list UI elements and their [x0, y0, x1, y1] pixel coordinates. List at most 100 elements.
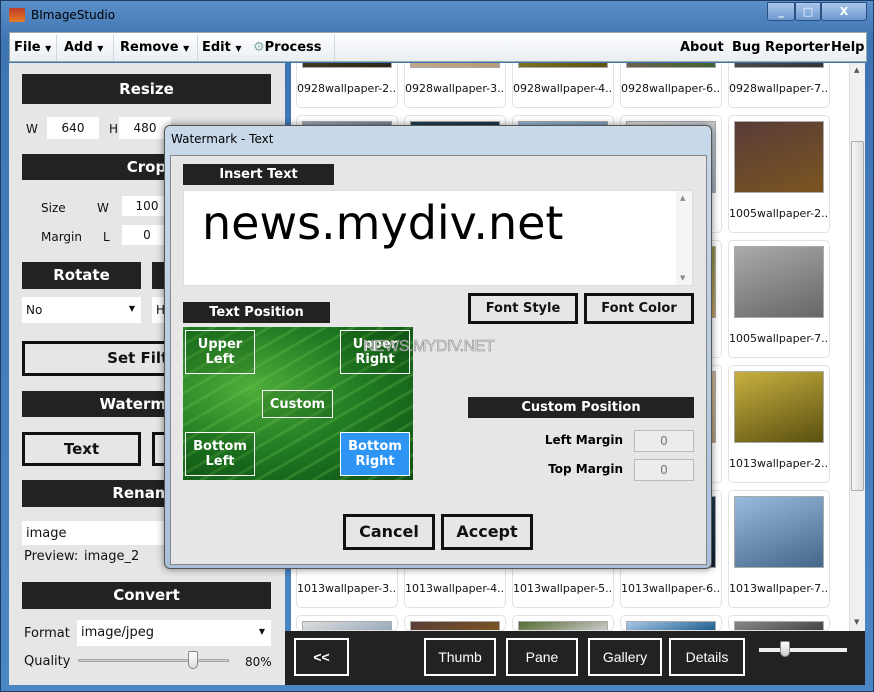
resize-w-label: W [26, 122, 38, 136]
menu-process[interactable]: ⚙Process [253, 40, 322, 55]
gallery-tile[interactable]: 0928wallpaper-3... [404, 63, 506, 108]
thumbnail-image [302, 621, 392, 630]
text-position-header: Text Position [183, 302, 330, 323]
thumbnail-label: 1013wallpaper-3... [297, 582, 398, 595]
close-button[interactable]: X [821, 2, 867, 21]
preview-value: image_2 [84, 549, 140, 564]
view-thumb-button[interactable]: Thumb [424, 638, 496, 676]
watermark-text-value: news.mydiv.net [202, 196, 564, 250]
resize-width-input[interactable]: 640 [47, 117, 99, 139]
chevron-down-icon: ▼ [45, 44, 52, 53]
view-pane-button[interactable]: Pane [506, 638, 578, 676]
thumbnail-image [626, 63, 716, 68]
gallery-tile[interactable]: 1005wallpaper-7... [728, 240, 830, 358]
dialog-title: Watermark - Text [171, 132, 274, 146]
thumbnail-label: 0928wallpaper-3... [405, 82, 506, 95]
insert-text-header: Insert Text [183, 164, 334, 185]
thumbnail-image [410, 63, 500, 68]
gallery-tile[interactable] [296, 615, 398, 631]
format-select[interactable]: image/jpeg ▼ [77, 620, 271, 646]
thumbnail-image [734, 121, 824, 193]
thumbnail-image [734, 371, 824, 443]
thumbnail-size-slider[interactable] [759, 641, 847, 657]
scroll-up-icon[interactable]: ▲ [854, 66, 859, 74]
divider [334, 35, 335, 61]
thumbnail-image [626, 621, 716, 630]
thumbnail-label: 1013wallpaper-4... [405, 582, 506, 595]
quality-slider[interactable] [78, 651, 229, 669]
rotate-select[interactable]: No ▼ [22, 297, 141, 323]
font-color-button[interactable]: Font Color [584, 293, 694, 324]
gallery-tile[interactable]: 0928wallpaper-6... [620, 63, 722, 108]
thumbnail-image [734, 496, 824, 568]
quality-value: 80% [245, 655, 272, 669]
view-details-button[interactable]: Details [669, 638, 745, 676]
format-label: Format [24, 626, 70, 641]
gallery-tile[interactable]: 0928wallpaper-7... [728, 63, 830, 108]
gallery-tile[interactable] [620, 615, 722, 631]
thumbnail-label: 0928wallpaper-6... [621, 82, 722, 95]
thumbnail-label: 0928wallpaper-2... [297, 82, 398, 95]
maximize-button[interactable]: □ [795, 2, 821, 21]
menu-remove[interactable]: Remove ▼ [120, 40, 189, 55]
position-bottom-left[interactable]: Bottom Left [185, 432, 255, 476]
watermark-text-input[interactable]: news.mydiv.net ▲ ▼ [183, 190, 693, 286]
watermark-text-dialog: Watermark - Text Insert Text news.mydiv.… [164, 125, 712, 569]
gear-icon: ⚙ [253, 40, 265, 55]
cancel-button[interactable]: Cancel [343, 514, 435, 550]
scrollbar-thumb[interactable] [851, 141, 864, 491]
menu-bar: File ▼ Add ▼ Remove ▼ Edit ▼ ⚙Process Ab… [9, 32, 867, 62]
view-gallery-button[interactable]: Gallery [588, 638, 662, 676]
menu-about[interactable]: About [680, 40, 724, 55]
menu-file[interactable]: File ▼ [14, 40, 51, 55]
thumbnail-image [518, 621, 608, 630]
position-custom[interactable]: Custom [262, 390, 333, 418]
thumbnail-label: 1005wallpaper-2... [729, 207, 830, 220]
crop-l-label: L [103, 230, 110, 244]
position-bottom-right[interactable]: Bottom Right [340, 432, 410, 476]
chevron-down-icon: ▼ [97, 44, 104, 53]
app-window: BImageStudio _ □ X File ▼ Add ▼ Remove ▼… [0, 0, 874, 692]
divider [197, 35, 198, 61]
quality-slider-thumb[interactable] [187, 651, 198, 669]
thumbnail-label: 1013wallpaper-6... [621, 582, 722, 595]
watermark-text-button[interactable]: Text [22, 432, 141, 466]
menu-add[interactable]: Add ▼ [64, 40, 103, 55]
convert-header: Convert [22, 582, 271, 609]
text-scrollbar[interactable]: ▲ ▼ [676, 191, 692, 285]
gallery-tile[interactable] [728, 615, 830, 631]
thumbnail-label: 1005wallpaper-7... [729, 332, 830, 345]
gallery-tile[interactable] [404, 615, 506, 631]
scroll-down-icon[interactable]: ▼ [854, 618, 859, 626]
gallery-tile[interactable]: 1013wallpaper-7... [728, 490, 830, 608]
gallery-tile[interactable]: 0928wallpaper-2... [296, 63, 398, 108]
scroll-down-icon[interactable]: ▼ [680, 274, 685, 282]
gallery-tile[interactable]: 0928wallpaper-4... [512, 63, 614, 108]
collapse-panel-button[interactable]: << [294, 638, 349, 676]
crop-margin-label: Margin [41, 230, 82, 244]
menu-edit[interactable]: Edit ▼ [202, 40, 242, 55]
gallery-tile[interactable] [512, 615, 614, 631]
divider [56, 35, 57, 61]
top-margin-input[interactable]: 0 [634, 459, 694, 481]
font-style-button[interactable]: Font Style [468, 293, 578, 324]
chevron-down-icon: ▼ [258, 627, 265, 636]
gallery-tile[interactable]: 1013wallpaper-2... [728, 365, 830, 483]
menu-help[interactable]: Help [831, 40, 864, 55]
window-title: BImageStudio [31, 8, 116, 22]
gallery-tile[interactable]: 1005wallpaper-2... [728, 115, 830, 233]
chevron-down-icon: ▼ [128, 304, 135, 313]
left-margin-input[interactable]: 0 [634, 430, 694, 452]
thumbnail-size-slider-thumb[interactable] [780, 641, 790, 657]
top-margin-label: Top Margin [548, 462, 623, 476]
menu-bug-reporter[interactable]: Bug Reporter [732, 40, 830, 55]
thumbnail-image [734, 246, 824, 318]
accept-button[interactable]: Accept [441, 514, 533, 550]
thumbnail-image [518, 63, 608, 68]
thumbnail-image [734, 63, 824, 68]
gallery-scrollbar[interactable]: ▲ ▼ [849, 63, 865, 631]
thumbnail-label: 1013wallpaper-2... [729, 457, 830, 470]
minimize-button[interactable]: _ [767, 2, 795, 21]
position-upper-left[interactable]: Upper Left [185, 330, 255, 374]
scroll-up-icon[interactable]: ▲ [680, 194, 685, 202]
